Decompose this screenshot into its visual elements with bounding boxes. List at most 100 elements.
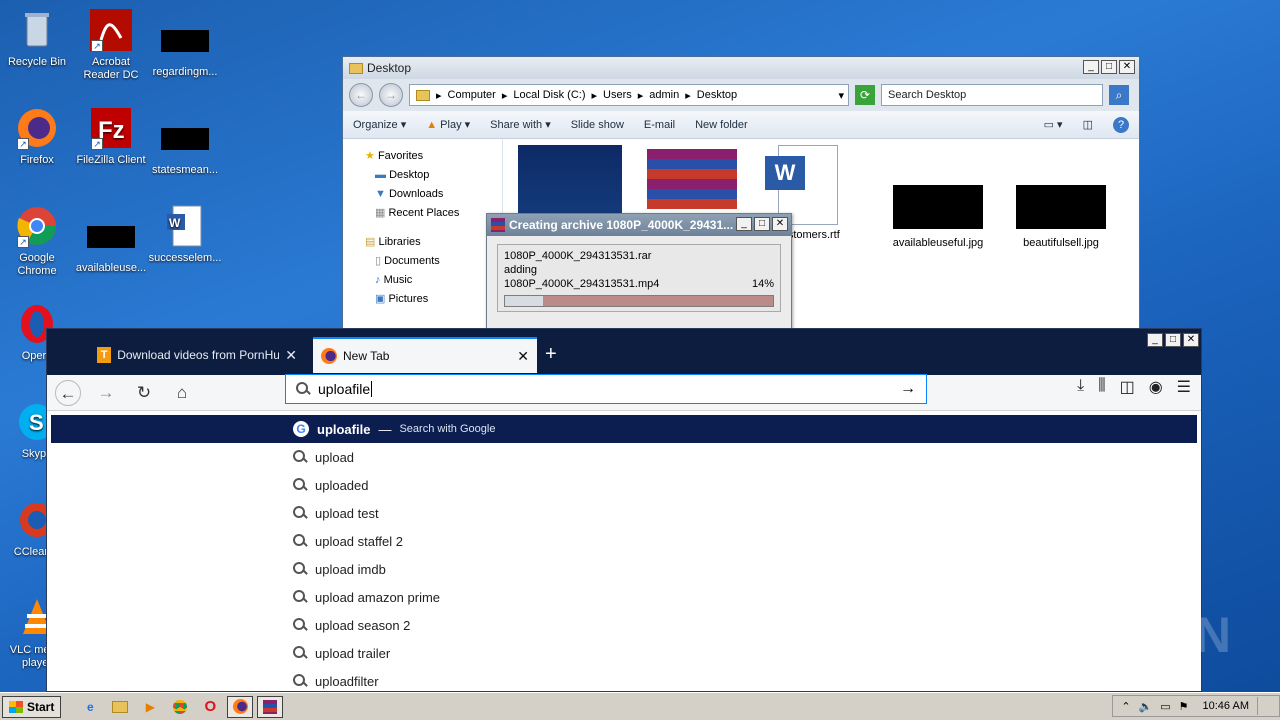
suggestion-search-with-google[interactable]: G uploafile — Search with Google [51, 415, 1197, 443]
nav-libraries[interactable]: ▤ Libraries [365, 233, 502, 252]
maximize-button[interactable]: □ [754, 217, 770, 231]
rar-progress-fill [505, 296, 543, 306]
minimize-button[interactable]: _ [736, 217, 752, 231]
minimize-button[interactable]: _ [1083, 60, 1099, 74]
nav-documents[interactable]: ▯ Documents [365, 252, 502, 271]
maximize-button[interactable]: □ [1101, 60, 1117, 74]
suggestion-item[interactable]: upload imdb [47, 555, 1201, 583]
taskbar-chrome-icon[interactable] [167, 696, 193, 718]
address-bar[interactable]: ▸ Computer ▸ Local Disk (C:) ▸ Users ▸ a… [409, 84, 849, 106]
email-button[interactable]: E-mail [644, 119, 675, 131]
show-desktop-button[interactable] [1257, 697, 1271, 715]
preview-pane-icon[interactable]: ◫ [1083, 118, 1093, 131]
desktop-icon-successelem[interactable]: W successelem... [148, 204, 222, 265]
clock[interactable]: 10:46 AM [1203, 700, 1249, 712]
organize-menu[interactable]: Organize ▾ [353, 118, 406, 131]
nav-favorites[interactable]: ★ Favorites [365, 147, 502, 166]
desktop-icon-acrobat[interactable]: ↗ Acrobat Reader DC [74, 8, 148, 82]
explorer-titlebar[interactable]: Desktop [343, 57, 1139, 79]
suggestion-item[interactable]: upload staffel 2 [47, 527, 1201, 555]
desktop-icon-regardingm[interactable]: regardingm... [148, 20, 222, 79]
library-icon[interactable]: ⫼ [1098, 377, 1105, 397]
breadcrumb-users[interactable]: Users [603, 89, 632, 101]
nav-desktop[interactable]: ▬ Desktop [365, 166, 502, 185]
anyrun-watermark: ANY RUN [998, 607, 1232, 663]
url-input[interactable]: uploafile [318, 381, 373, 397]
suggestion-item[interactable]: upload [47, 443, 1201, 471]
network-icon[interactable]: ▭ [1160, 700, 1170, 713]
tab-download-videos[interactable]: T Download videos from PornHub to ✕ [89, 337, 305, 373]
folder-icon [416, 89, 430, 101]
explorer-search-input[interactable]: Search Desktop [881, 84, 1103, 106]
account-icon[interactable]: ◉ [1149, 377, 1163, 397]
desktop-icon-availableuse[interactable]: availableuse... [74, 216, 148, 275]
desktop-icon-filezilla[interactable]: Fz ↗ FileZilla Client [74, 106, 148, 167]
rar-title: Creating archive 1080P_4000K_29431... [509, 218, 734, 232]
start-button[interactable]: Start [2, 695, 62, 718]
reload-icon[interactable]: ↻ [131, 380, 157, 406]
volume-icon[interactable]: 🔈 [1139, 700, 1153, 713]
show-hidden-icons-icon[interactable]: ⌃ [1121, 700, 1130, 713]
suggestion-item[interactable]: uploaded [47, 471, 1201, 499]
desktop-icon-statesmean[interactable]: statesmean... [148, 118, 222, 177]
go-arrow-icon[interactable]: → [900, 380, 916, 398]
tab-new-tab[interactable]: New Tab ✕ [313, 337, 537, 373]
taskbar-winrar-icon[interactable] [257, 695, 284, 718]
view-options-icon[interactable]: ▭ ▾ [1044, 118, 1063, 131]
slide-show-button[interactable]: Slide show [571, 119, 624, 131]
menu-icon[interactable]: ☰ [1177, 377, 1191, 397]
breadcrumb-desktop[interactable]: Desktop [697, 89, 737, 101]
svg-text:W: W [169, 216, 181, 230]
breadcrumb-computer[interactable]: Computer [448, 89, 496, 101]
help-icon[interactable]: ? [1113, 116, 1129, 133]
back-button[interactable]: ← [349, 83, 373, 107]
file-availableuseful-jpg[interactable]: availableuseful.jpg [883, 145, 993, 249]
taskbar-opera-icon[interactable]: O [197, 696, 223, 718]
maximize-button[interactable]: □ [1165, 333, 1181, 347]
desktop-icon-chrome[interactable]: ↗ Google Chrome [0, 204, 74, 278]
search-icon[interactable]: ⌕ [1109, 85, 1129, 105]
suggestion-item[interactable]: uploadfilter [47, 667, 1201, 691]
play-menu[interactable]: ▲ Play ▾ [426, 118, 470, 131]
new-tab-button[interactable]: + [545, 343, 557, 366]
search-icon [293, 646, 307, 660]
minimize-button[interactable]: _ [1147, 333, 1163, 347]
nav-downloads[interactable]: ▼ Downloads [365, 185, 502, 204]
close-button[interactable]: ✕ [772, 217, 788, 231]
winrar-progress-dialog[interactable]: Creating archive 1080P_4000K_29431... _ … [486, 213, 792, 333]
file-video-thumbnail[interactable] [515, 145, 625, 215]
back-arrow-icon[interactable]: ← [55, 379, 81, 406]
new-folder-button[interactable]: New folder [695, 119, 748, 131]
tab-strip: _ □ ✕ T Download videos from PornHub to … [47, 329, 1201, 375]
close-tab-icon[interactable]: ✕ [517, 348, 529, 365]
refresh-button[interactable]: ⟳ [855, 85, 875, 105]
breadcrumb-local-disk[interactable]: Local Disk (C:) [513, 89, 585, 101]
sidebar-icon[interactable]: ◫ [1120, 377, 1135, 397]
nav-music[interactable]: ♪ Music [365, 271, 502, 290]
close-tab-icon[interactable]: ✕ [285, 347, 297, 364]
download-icon[interactable]: ⤓ [1077, 377, 1084, 397]
nav-pictures[interactable]: ▣ Pictures [365, 290, 502, 309]
desktop-icon-recycle-bin[interactable]: Recycle Bin [0, 8, 74, 69]
rar-progress-bar [504, 295, 774, 307]
nav-recent-places[interactable]: ▦ Recent Places [365, 204, 502, 223]
action-center-flag-icon[interactable]: ⚑ [1179, 700, 1189, 713]
file-winrar-archive[interactable] [637, 145, 747, 213]
desktop-icon-firefox[interactable]: ↗ Firefox [0, 106, 74, 167]
breadcrumb-admin[interactable]: admin [649, 89, 679, 101]
close-button[interactable]: ✕ [1119, 60, 1135, 74]
url-bar[interactable]: uploafile → [285, 374, 927, 404]
close-button[interactable]: ✕ [1183, 333, 1199, 347]
home-icon[interactable]: ⌂ [169, 380, 195, 406]
suggestion-item[interactable]: upload test [47, 499, 1201, 527]
taskbar-firefox-icon[interactable] [227, 695, 254, 718]
forward-button[interactable]: → [379, 83, 403, 107]
taskbar-ie-icon[interactable]: e [77, 696, 103, 718]
chevron-down-icon[interactable]: ▾ [838, 89, 844, 102]
taskbar-media-player-icon[interactable]: ▶ [137, 696, 163, 718]
share-with-menu[interactable]: Share with ▾ [490, 118, 551, 131]
breadcrumb-separator-icon: ▸ [685, 89, 691, 102]
taskbar-explorer-icon[interactable] [107, 696, 133, 718]
file-beautifulsell-jpg[interactable]: beautifulsell.jpg [1006, 145, 1116, 249]
forward-arrow-icon[interactable]: → [93, 380, 119, 406]
